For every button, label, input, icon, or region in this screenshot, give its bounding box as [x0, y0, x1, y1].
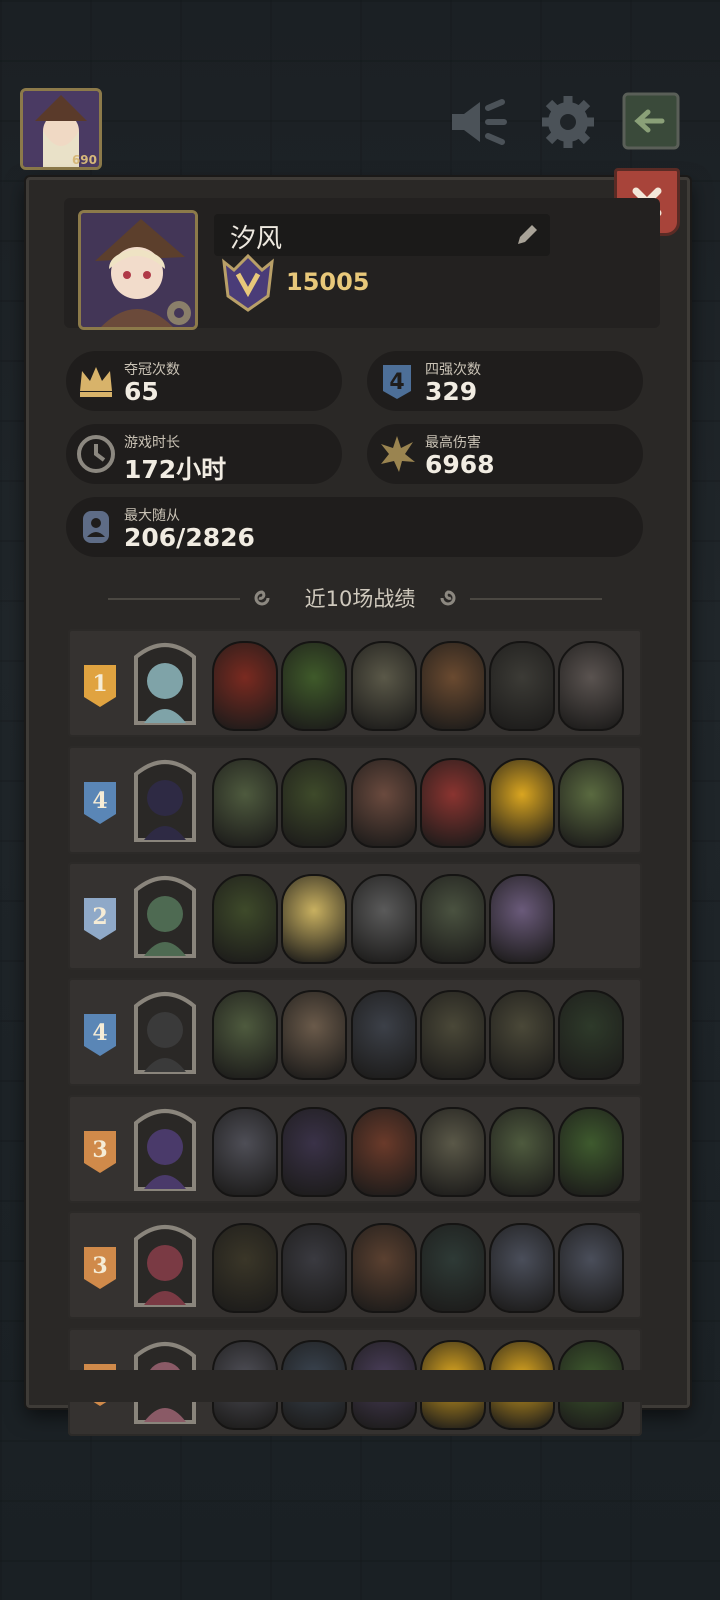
rank-number: 2: [92, 904, 107, 930]
player-name: 汐风: [230, 224, 283, 254]
top4-shield-icon: 4: [383, 365, 411, 399]
stat-value: 172小时: [124, 455, 227, 484]
stat-championships: 夺冠次数 65: [66, 351, 342, 411]
hero-portrait[interactable]: [130, 988, 200, 1076]
stat-label: 最高伤害: [425, 435, 481, 451]
minion-portrait[interactable]: [420, 990, 486, 1080]
minion-portrait[interactable]: [420, 641, 486, 731]
stat-label: 夺冠次数: [124, 362, 180, 378]
minion-portrait[interactable]: [558, 1223, 624, 1313]
hero-portrait[interactable]: [130, 756, 200, 844]
stat-label: 游戏时长: [124, 435, 180, 451]
svg-text:4: 4: [389, 370, 404, 395]
rank-number: 3: [92, 1253, 107, 1279]
minion-portrait[interactable]: [558, 1107, 624, 1197]
rank-emblem-icon: [214, 252, 282, 314]
edit-pencil-icon[interactable]: [514, 222, 540, 248]
minion-card-icon: [83, 511, 109, 543]
top-bar: 690: [0, 88, 720, 170]
minion-portrait[interactable]: [281, 1107, 347, 1197]
minion-portrait[interactable]: [212, 1223, 278, 1313]
rank-number: 1: [92, 671, 107, 697]
minion-portrait[interactable]: [351, 1107, 417, 1197]
minion-portrait[interactable]: [420, 758, 486, 848]
minion-portrait[interactable]: [558, 758, 624, 848]
rank-number: 4: [92, 1020, 107, 1046]
minion-portrait[interactable]: [489, 758, 555, 848]
gear-icon[interactable]: [536, 92, 600, 152]
damage-burst-icon: [381, 436, 415, 472]
minion-portrait[interactable]: [558, 641, 624, 731]
minion-portrait[interactable]: [212, 874, 278, 964]
top-avatar[interactable]: 690: [20, 88, 102, 170]
minion-portrait[interactable]: [351, 1223, 417, 1313]
minion-portrait[interactable]: [489, 990, 555, 1080]
stat-max-minions: 最大随从 206/2826: [66, 497, 643, 557]
minion-portrait[interactable]: [212, 641, 278, 731]
stat-label: 最大随从: [124, 508, 180, 524]
minion-portrait[interactable]: [351, 990, 417, 1080]
hero-portrait[interactable]: [130, 1105, 200, 1193]
hero-portrait[interactable]: [130, 639, 200, 727]
avatar-level: 690: [71, 153, 97, 167]
minion-portrait[interactable]: [489, 641, 555, 731]
stat-max-damage: 最高伤害 6968: [367, 424, 643, 484]
stat-label: 四强次数: [425, 362, 481, 378]
minion-portrait[interactable]: [489, 1223, 555, 1313]
rank-badge-icon: 3: [84, 1247, 116, 1289]
stat-value: 329: [425, 377, 478, 406]
minion-portrait[interactable]: [420, 874, 486, 964]
back-button[interactable]: [622, 92, 680, 152]
minion-portrait[interactable]: [212, 758, 278, 848]
rank-number: 3: [92, 1137, 107, 1163]
stat-value: 65: [124, 377, 159, 406]
minion-portrait[interactable]: [420, 1223, 486, 1313]
minion-portrait[interactable]: [212, 990, 278, 1080]
rank-number: 4: [92, 788, 107, 814]
minion-portrait[interactable]: [212, 1107, 278, 1197]
stat-playtime: 游戏时长 172小时: [66, 424, 342, 484]
minion-portrait[interactable]: [351, 758, 417, 848]
stat-value: 206/2826: [124, 523, 255, 552]
rank-badge-icon: 4: [84, 782, 116, 824]
hero-portrait[interactable]: [130, 872, 200, 960]
crown-icon: [80, 367, 112, 397]
minion-portrait[interactable]: [351, 874, 417, 964]
trophy-count: 15005: [286, 268, 370, 296]
player-avatar[interactable]: [78, 210, 198, 330]
stat-value: 6968: [425, 450, 495, 479]
speaker-icon[interactable]: [448, 92, 512, 152]
minion-portrait[interactable]: [558, 990, 624, 1080]
minion-portrait[interactable]: [351, 641, 417, 731]
minion-portrait[interactable]: [281, 758, 347, 848]
stat-top4: 4 四强次数 329: [367, 351, 643, 411]
rank-badge-icon: 2: [84, 898, 116, 940]
minion-portrait[interactable]: [281, 874, 347, 964]
minion-portrait[interactable]: [281, 641, 347, 731]
minion-portrait[interactable]: [420, 1107, 486, 1197]
list-bottom-edge: [68, 1370, 648, 1402]
rank-badge-icon: 4: [84, 1014, 116, 1056]
rank-badge-icon: 3: [84, 1131, 116, 1173]
clock-icon: [77, 435, 115, 473]
hero-portrait[interactable]: [130, 1221, 200, 1309]
minion-portrait[interactable]: [489, 1107, 555, 1197]
recent-matches-title: 近10场战绩: [304, 587, 416, 611]
minion-portrait[interactable]: [281, 990, 347, 1080]
minion-portrait[interactable]: [489, 874, 555, 964]
rank-badge-icon: 1: [84, 665, 116, 707]
minion-portrait[interactable]: [281, 1223, 347, 1313]
